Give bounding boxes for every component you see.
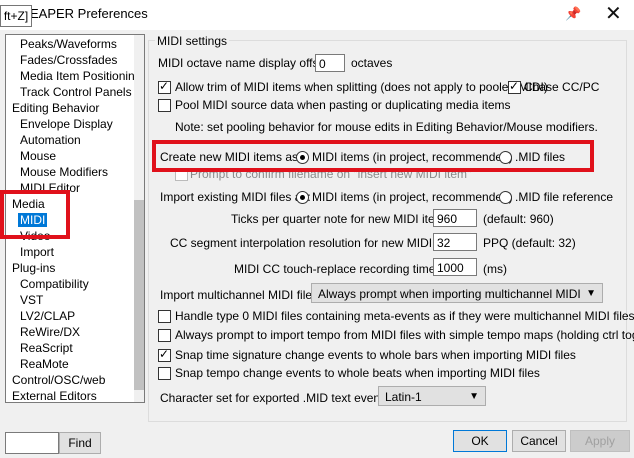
tree-item-editing-behavior[interactable]: Editing Behavior bbox=[12, 101, 99, 115]
pool-source-checkbox[interactable] bbox=[158, 99, 171, 112]
octave-offset-field[interactable]: 0 bbox=[315, 54, 345, 72]
tree-item-track-control-panels[interactable]: Track Control Panels bbox=[20, 85, 132, 99]
tree-item-rewire-dx[interactable]: ReWire/DX bbox=[20, 325, 80, 339]
find-button[interactable]: Find bbox=[59, 432, 101, 454]
charset-label: Character set for exported .MID text eve… bbox=[160, 391, 393, 405]
scrollbar-thumb[interactable] bbox=[134, 200, 144, 390]
tree-item-fades[interactable]: Fades/Crossfades bbox=[20, 53, 117, 67]
find-input[interactable] bbox=[5, 432, 59, 454]
touch-label: MIDI CC touch-replace recording timeout: bbox=[234, 262, 456, 276]
prompt-tempo-checkbox[interactable] bbox=[158, 329, 171, 342]
tree-item-import[interactable]: Import bbox=[20, 245, 54, 259]
tree-item-mouse[interactable]: Mouse bbox=[20, 149, 56, 163]
tree-item-control-osc-web[interactable]: Control/OSC/web bbox=[12, 373, 105, 387]
octave-offset-unit: octaves bbox=[351, 56, 393, 70]
tree-item-automation[interactable]: Automation bbox=[20, 133, 81, 147]
tree-item-external-editors[interactable]: External Editors bbox=[12, 389, 97, 402]
touch-unit: (ms) bbox=[483, 262, 507, 276]
tree-item-reamote[interactable]: ReaMote bbox=[20, 357, 69, 371]
ticks-default: (default: 960) bbox=[483, 212, 554, 226]
charset-dropdown[interactable]: Latin-1 ▼ bbox=[378, 386, 486, 406]
tree-scrollbar[interactable] bbox=[134, 35, 144, 402]
snap-timesig-label: Snap time signature change events to who… bbox=[175, 348, 576, 362]
octave-offset-label: MIDI octave name display offset: bbox=[158, 56, 332, 70]
cc-label: CC segment interpolation resolution for … bbox=[170, 236, 468, 250]
tree-item-lv2-clap[interactable]: LV2/CLAP bbox=[20, 309, 75, 323]
tooltip: ft+Z] bbox=[0, 5, 32, 27]
ok-button[interactable]: OK bbox=[453, 430, 507, 452]
touch-field[interactable]: 1000 bbox=[433, 258, 477, 276]
import-radio-midi-items[interactable] bbox=[296, 191, 309, 204]
allow-trim-checkbox[interactable] bbox=[158, 79, 171, 94]
cc-unit: PPQ (default: 32) bbox=[483, 236, 576, 250]
chase-cc-checkbox[interactable] bbox=[508, 79, 521, 94]
chase-cc-label: Chase CC/PC bbox=[524, 80, 600, 94]
ticks-field[interactable]: 960 bbox=[433, 209, 477, 227]
snap-tempo-checkbox[interactable] bbox=[158, 367, 171, 380]
import-opt2-label: .MID file reference bbox=[515, 190, 614, 204]
tree-item-envelope-display[interactable]: Envelope Display bbox=[20, 117, 113, 131]
window-title: EAPER Preferences bbox=[30, 6, 148, 21]
highlight-box-midi-tree bbox=[0, 190, 70, 239]
highlight-box-create bbox=[152, 140, 594, 172]
cc-field[interactable]: 32 bbox=[433, 233, 477, 251]
ticks-label: Ticks per quarter note for new MIDI item… bbox=[231, 212, 454, 226]
chevron-down-icon: ▼ bbox=[586, 288, 596, 299]
import-radio-mid-ref[interactable] bbox=[499, 191, 512, 204]
chevron-down-icon: ▼ bbox=[469, 391, 479, 402]
tree-item-compatibility[interactable]: Compatibility bbox=[20, 277, 89, 291]
multichannel-dropdown[interactable]: Always prompt when importing multichanne… bbox=[311, 283, 603, 303]
tree-item-media-item-positioning[interactable]: Media Item Positioning bbox=[20, 69, 141, 83]
import-opt1-label: MIDI items (in project, recommended) bbox=[312, 190, 513, 204]
handle-type0-checkbox[interactable] bbox=[158, 310, 171, 323]
pool-note: Note: set pooling behavior for mouse edi… bbox=[175, 120, 598, 134]
prompt-tempo-label: Always prompt to import tempo from MIDI … bbox=[175, 328, 634, 342]
allow-trim-label: Allow trim of MIDI items when splitting … bbox=[175, 80, 548, 94]
charset-value: Latin-1 bbox=[385, 390, 422, 404]
snap-tempo-label: Snap tempo change events to whole beats … bbox=[175, 366, 540, 380]
tree-item-vst[interactable]: VST bbox=[20, 293, 43, 307]
tree-item-reascript[interactable]: ReaScript bbox=[20, 341, 73, 355]
tree-item-mouse-modifiers[interactable]: Mouse Modifiers bbox=[20, 165, 108, 179]
snap-timesig-checkbox[interactable] bbox=[158, 347, 171, 362]
multichannel-value: Always prompt when importing multichanne… bbox=[318, 287, 581, 301]
group-title: MIDI settings bbox=[155, 34, 230, 48]
import-label: Import existing MIDI files as: bbox=[160, 190, 311, 204]
cancel-button[interactable]: Cancel bbox=[512, 430, 566, 452]
apply-button[interactable]: Apply bbox=[570, 430, 630, 452]
multichannel-label: Import multichannel MIDI files: bbox=[160, 288, 322, 302]
pin-icon[interactable]: 📌 bbox=[565, 6, 581, 22]
tree-item-plug-ins[interactable]: Plug-ins bbox=[12, 261, 55, 275]
tree-item-peaks[interactable]: Peaks/Waveforms bbox=[20, 37, 117, 51]
close-icon[interactable]: ✕ bbox=[605, 1, 622, 26]
handle-type0-label: Handle type 0 MIDI files containing meta… bbox=[175, 309, 634, 323]
pool-source-label: Pool MIDI source data when pasting or du… bbox=[175, 98, 511, 112]
